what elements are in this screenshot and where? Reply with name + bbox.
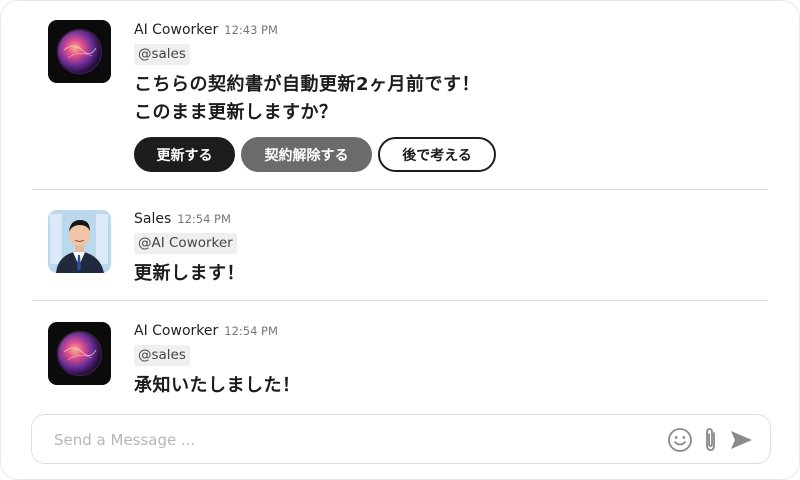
action-buttons: 更新する 契約解除する 後で考える xyxy=(134,137,781,172)
sales-avatar[interactable] xyxy=(48,210,111,273)
renew-button[interactable]: 更新する xyxy=(134,137,235,172)
message-text: こちらの契約書が自動更新2ヶ月前です！ このまま更新しますか？ xyxy=(134,71,781,127)
sender-name[interactable]: AI Coworker xyxy=(134,323,218,339)
message-text-line: このまま更新しますか？ xyxy=(134,102,338,123)
message-text: 承知いたしました！ xyxy=(134,375,301,396)
message-divider xyxy=(32,189,768,190)
message-header: AI Coworker 12:43 PM xyxy=(134,19,781,39)
sender-name[interactable]: Sales xyxy=(134,211,171,227)
emoji-icon[interactable] xyxy=(666,426,694,454)
ai-avatar[interactable] xyxy=(48,322,111,385)
timestamp: 12:43 PM xyxy=(224,23,278,37)
sender-name[interactable]: AI Coworker xyxy=(134,22,218,38)
message-header: Sales 12:54 PM xyxy=(134,208,781,228)
message-text-line: こちらの契約書が自動更新2ヶ月前です！ xyxy=(134,74,481,95)
decide-later-button[interactable]: 後で考える xyxy=(378,137,496,172)
ai-avatar[interactable] xyxy=(48,20,111,83)
message-composer xyxy=(31,414,771,464)
mention-tag[interactable]: @sales xyxy=(134,44,190,65)
chat-window: AI Coworker 12:43 PM @sales こちらの契約書が自動更新2… xyxy=(0,0,800,480)
send-icon[interactable] xyxy=(727,426,755,454)
timestamp: 12:54 PM xyxy=(177,212,231,226)
timestamp: 12:54 PM xyxy=(224,324,278,338)
paperclip-icon[interactable] xyxy=(697,426,725,454)
message-header: AI Coworker 12:54 PM xyxy=(134,320,781,340)
mention-tag[interactable]: @AI Coworker xyxy=(134,233,237,254)
cancel-contract-button[interactable]: 契約解除する xyxy=(241,137,372,172)
mention-tag[interactable]: @sales xyxy=(134,345,190,366)
message-divider xyxy=(32,300,768,301)
message-text: 更新します！ xyxy=(134,263,245,284)
message-input[interactable] xyxy=(52,427,636,453)
